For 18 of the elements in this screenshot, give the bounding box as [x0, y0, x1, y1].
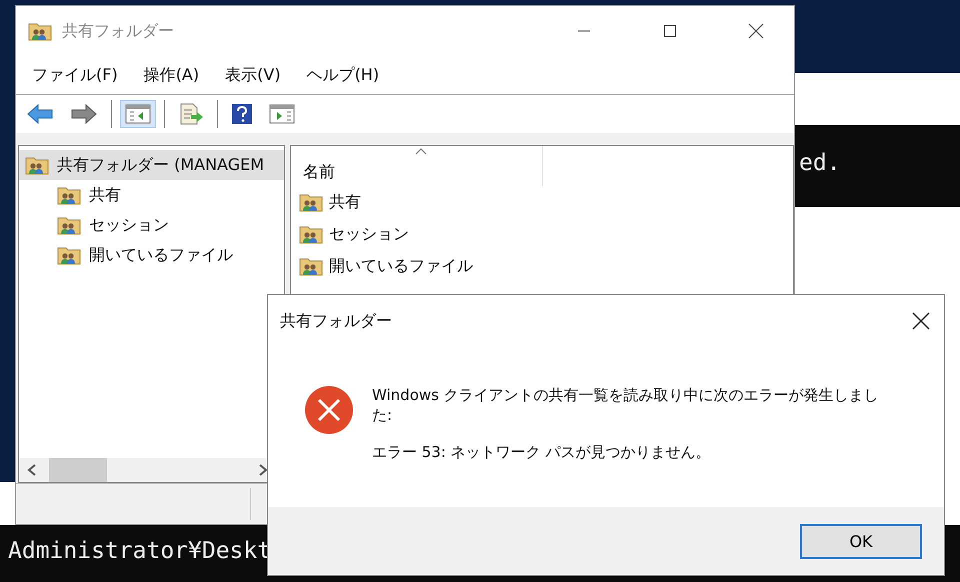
- list-item[interactable]: セッション: [291, 218, 793, 250]
- ok-button[interactable]: OK: [800, 524, 922, 558]
- error-detail: エラー 53: ネットワーク パスが見つかりません。: [372, 442, 712, 462]
- tree-item[interactable]: 共有フォルダー (MANAGEM: [19, 150, 284, 180]
- tree-item[interactable]: 開いているファイル: [19, 240, 284, 270]
- menu-item[interactable]: ファイル(F): [32, 64, 118, 86]
- tree-item[interactable]: セッション: [19, 210, 284, 240]
- menu-item[interactable]: 操作(A): [144, 64, 200, 86]
- console-text: ed.: [799, 150, 841, 176]
- window-title: 共有フォルダー: [62, 20, 174, 42]
- error-message: Windows クライアントの共有一覧を読み取り中に次のエラーが発生しました:: [372, 385, 880, 426]
- tree-item[interactable]: 共有: [19, 180, 284, 210]
- dialog-title: 共有フォルダー: [280, 310, 392, 332]
- console-text: Administrator¥Deskt: [8, 538, 272, 564]
- menu-item[interactable]: ヘルプ(H): [306, 64, 380, 86]
- menu-item[interactable]: 表示(V): [225, 64, 281, 86]
- list-item[interactable]: 開いているファイル: [291, 250, 793, 282]
- list-item[interactable]: 共有: [291, 186, 793, 218]
